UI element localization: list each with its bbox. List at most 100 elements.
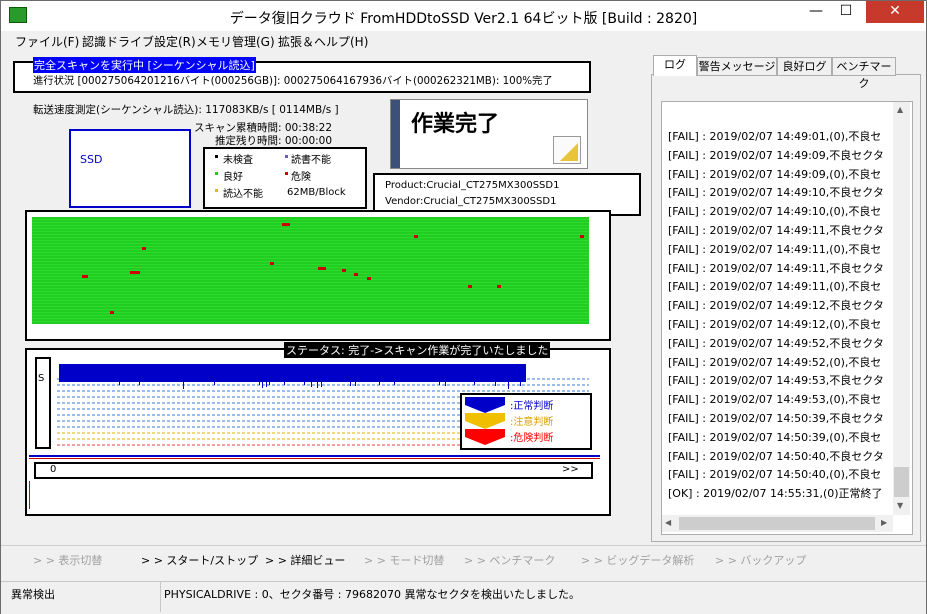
sector-map-row-line bbox=[32, 240, 589, 241]
note-icon bbox=[553, 136, 581, 164]
log-line: [FAIL] : 2019/02/07 14:50:39,(0),不良セ bbox=[668, 430, 882, 444]
graph-separator-red bbox=[29, 458, 600, 459]
log-line: [OK] : 2019/02/07 14:55:31,(0)正常終了 bbox=[668, 487, 883, 501]
scroll-up-icon[interactable]: ▲ bbox=[897, 105, 903, 114]
sector-map-row-line bbox=[32, 225, 589, 226]
sector-map-row-line bbox=[32, 237, 589, 238]
danger-swatch bbox=[285, 172, 288, 175]
sector-map-row-line bbox=[32, 258, 589, 259]
benchmark-button[interactable]: > > ベンチマーク bbox=[464, 552, 555, 568]
status-bar-divider bbox=[160, 582, 161, 612]
menu-memory[interactable]: メモリ管理(G) bbox=[196, 33, 275, 50]
good-swatch bbox=[215, 172, 218, 175]
sector-map-row-line bbox=[32, 291, 589, 292]
log-line: [FAIL] : 2019/02/07 14:50:40,(0),不良セ bbox=[668, 468, 882, 482]
transfer-spike bbox=[119, 382, 120, 385]
sector-map-row-line bbox=[32, 261, 589, 262]
log-line: [FAIL] : 2019/02/07 14:49:53,(0),不良セ bbox=[668, 393, 882, 407]
transfer-spike bbox=[259, 382, 260, 385]
menu-file[interactable]: ファイル(F) bbox=[15, 33, 79, 50]
legend-danger-judgement: :危険判断 bbox=[510, 433, 554, 444]
device-product: Product:Crucial_CT275MX300SSD1 bbox=[385, 180, 560, 191]
log-line: [FAIL] : 2019/02/07 14:49:01,(0),不良セ bbox=[668, 130, 882, 143]
graph-s-label: S bbox=[38, 373, 45, 384]
legend-good: 良好 bbox=[223, 172, 243, 183]
sector-map-row-line bbox=[32, 252, 589, 253]
bad-sector-block bbox=[282, 223, 290, 226]
log-line: [FAIL] : 2019/02/07 14:49:53,不良セクタ bbox=[668, 374, 884, 388]
sector-map-row-line bbox=[32, 300, 589, 301]
sector-map-row-line bbox=[32, 309, 589, 310]
graph-s-box: S bbox=[35, 357, 51, 449]
log-line: [FAIL] : 2019/02/07 14:50:40,不良セクタ bbox=[668, 449, 884, 463]
scroll-down-icon[interactable]: ▼ bbox=[897, 501, 903, 510]
minimize-button[interactable]: — bbox=[801, 1, 831, 23]
progress-text: 進行状況 [000275064201216バイト(000256GB)]: 000… bbox=[33, 75, 553, 87]
transfer-spike bbox=[474, 382, 475, 385]
drive-label: SSD bbox=[80, 153, 103, 166]
transfer-spike bbox=[439, 382, 440, 385]
big-data-analysis-button[interactable]: > > ビッグデータ解析 bbox=[581, 552, 694, 568]
log-vscrollbar[interactable] bbox=[893, 102, 910, 515]
toggle-display-button[interactable]: > > 表示切替 bbox=[33, 552, 102, 568]
device-vendor: Vendor:Crucial_CT275MX300SSD1 bbox=[385, 196, 557, 207]
menu-drive-settings[interactable]: 認識ドライブ設定(R) bbox=[82, 33, 196, 50]
sector-map bbox=[32, 217, 589, 324]
legend-write-disabled: 読書不能 bbox=[291, 155, 331, 166]
graph-scroll-start: 0 bbox=[50, 464, 57, 475]
tab-good-log[interactable]: 良好ログ bbox=[777, 57, 832, 76]
log-line: [FAIL] : 2019/02/07 14:49:11,(0),不良セ bbox=[668, 280, 882, 294]
transfer-spike bbox=[262, 382, 263, 388]
transfer-spike bbox=[379, 382, 380, 385]
sector-map-row-line bbox=[32, 282, 589, 283]
start-stop-button[interactable]: > > スタート/ストップ bbox=[141, 552, 258, 568]
sector-map-row-line bbox=[32, 312, 589, 313]
status-text: ステータス: 完了->スキャン作業が完了いたしました bbox=[284, 342, 551, 358]
transfer-spike bbox=[139, 382, 140, 385]
bad-sector-block bbox=[580, 235, 584, 238]
transfer-spike bbox=[520, 382, 521, 386]
scan-mode-label: 完全スキャンを実行中 [シーケンシャル読込] bbox=[33, 57, 256, 73]
scroll-right-icon[interactable]: ▶ bbox=[881, 518, 887, 527]
backup-button[interactable]: > > バックアップ bbox=[715, 552, 806, 568]
log-line: [FAIL] : 2019/02/07 14:49:12,不良セクタ bbox=[668, 299, 884, 313]
mode-switch-button[interactable]: > > モード切替 bbox=[364, 552, 444, 568]
sector-map-row-line bbox=[32, 222, 589, 223]
graph-scroll-track[interactable]: 0 >> bbox=[34, 462, 593, 479]
tab-benchmark[interactable]: ベンチマーク bbox=[832, 57, 896, 90]
menu-extensions-help[interactable]: 拡張＆ヘルプ(H) bbox=[278, 33, 368, 50]
sector-map-row-line bbox=[32, 279, 589, 280]
graph-red-marker bbox=[29, 481, 30, 509]
scroll-left-icon[interactable]: ◀ bbox=[665, 518, 671, 527]
sector-map-row-line bbox=[32, 297, 589, 298]
transfer-bar-graph bbox=[59, 364, 526, 389]
legend-normal-judgement: :正常判断 bbox=[510, 401, 554, 412]
completion-text: 作業完了 bbox=[411, 112, 500, 137]
transfer-spike bbox=[183, 382, 184, 389]
sector-map-row-line bbox=[32, 315, 589, 316]
unchecked-swatch bbox=[215, 155, 218, 158]
bad-sector-block bbox=[142, 247, 146, 250]
log-vscroll-thumb[interactable] bbox=[894, 467, 909, 497]
sector-map-row-line bbox=[32, 273, 589, 274]
log-hscroll-thumb[interactable] bbox=[679, 517, 875, 530]
transfer-spike bbox=[317, 382, 318, 388]
graph-scroll-end-button[interactable]: >> bbox=[562, 464, 579, 475]
sector-map-row-line bbox=[32, 303, 589, 304]
completion-accent-bar bbox=[391, 100, 400, 168]
log-line: [FAIL] : 2019/02/07 14:49:12,(0),不良セ bbox=[668, 318, 882, 331]
normal-arrow-icon bbox=[465, 397, 505, 413]
tab-warnings[interactable]: 警告メッセージ bbox=[697, 57, 777, 76]
drive-box: SSD bbox=[69, 129, 191, 208]
close-button[interactable]: ✕ bbox=[866, 1, 924, 23]
log-line: [FAIL] : 2019/02/07 14:49:11,(0),不良セ bbox=[668, 242, 882, 256]
tab-log[interactable]: ログ bbox=[653, 55, 697, 76]
maximize-button[interactable]: ☐ bbox=[831, 1, 861, 23]
transfer-spike bbox=[214, 382, 215, 385]
bad-sector-block bbox=[318, 267, 326, 270]
detail-view-button[interactable]: > > 詳細ビュー bbox=[265, 552, 345, 568]
legend-read-disabled: 読込不能 bbox=[223, 189, 263, 200]
legend-block-size: 62MB/Block bbox=[287, 187, 346, 198]
log-line: [FAIL] : 2019/02/07 14:50:39,不良セクタ bbox=[668, 412, 884, 425]
sector-map-row-line bbox=[32, 228, 589, 229]
